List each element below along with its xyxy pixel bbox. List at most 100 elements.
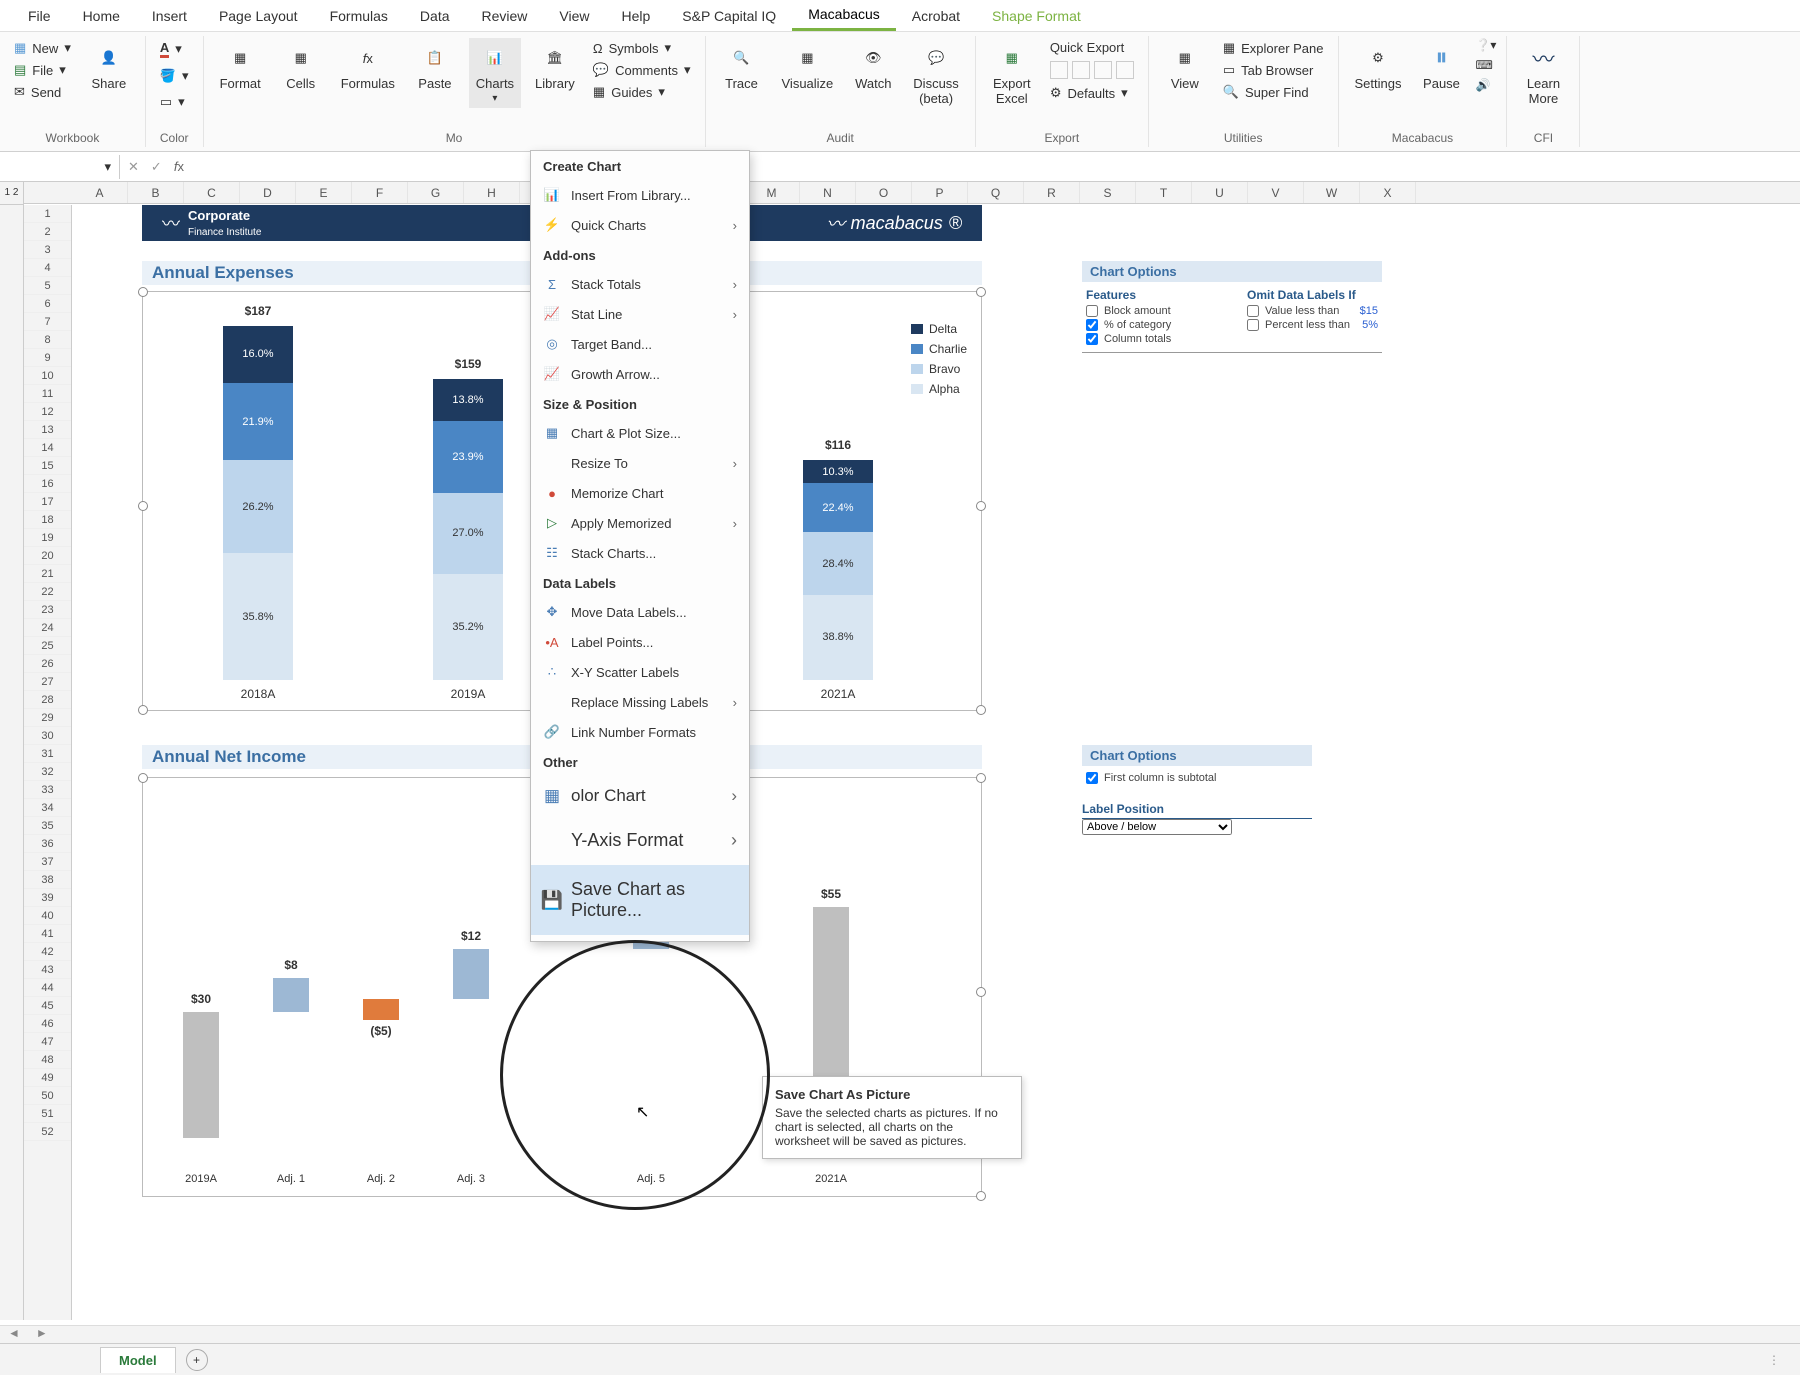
stacked-bar[interactable]: 38.8%28.4%22.4%10.3%$116 [803, 460, 873, 680]
comments-button[interactable]: 💬 Comments ▾ [589, 60, 695, 80]
menu-file[interactable]: File [12, 2, 67, 30]
settings-button[interactable]: ⚙Settings [1349, 38, 1408, 95]
share-button[interactable]: 👤Share [83, 38, 135, 95]
menu-help[interactable]: Help [606, 2, 667, 30]
send-button[interactable]: ✉Send [10, 82, 75, 102]
row-header[interactable]: 48 [24, 1051, 71, 1069]
col-header[interactable]: C [184, 182, 240, 203]
row-header[interactable]: 29 [24, 709, 71, 727]
row-header[interactable]: 10 [24, 367, 71, 385]
stacked-bar[interactable]: 35.8%26.2%21.9%16.0%$187 [223, 326, 293, 680]
col-header[interactable]: T [1136, 182, 1192, 203]
label-position-select[interactable]: Above / below [1082, 819, 1232, 835]
add-sheet-button[interactable]: + [186, 1349, 208, 1371]
resize-handle[interactable] [138, 287, 148, 297]
row-header[interactable]: 9 [24, 349, 71, 367]
sound-icon[interactable]: 🔊 [1475, 78, 1496, 92]
menu-color-chart[interactable]: ▦olor Chart› [531, 776, 749, 816]
menu-apply-memorized[interactable]: ▷Apply Memorized› [531, 508, 749, 538]
col-header[interactable]: R [1024, 182, 1080, 203]
row-header[interactable]: 50 [24, 1087, 71, 1105]
col-header[interactable]: X [1360, 182, 1416, 203]
file-button[interactable]: ▤File ▾ [10, 60, 75, 80]
keyboard-icon[interactable]: ⌨ [1475, 58, 1496, 72]
format-button[interactable]: ▦Format [214, 38, 267, 95]
menu-shapeformat[interactable]: Shape Format [976, 2, 1097, 30]
opt-pct-category[interactable]: % of category [1086, 318, 1217, 332]
stacked-bar[interactable]: 35.2%27.0%23.9%13.8%$159 [433, 379, 503, 680]
formulas-button[interactable]: fxFormulas [335, 38, 401, 95]
menu-stack-totals[interactable]: ΣStack Totals› [531, 269, 749, 299]
export-opt-icon3[interactable] [1094, 61, 1112, 79]
resize-handle[interactable] [138, 501, 148, 511]
row-header[interactable]: 22 [24, 583, 71, 601]
quick-export-button[interactable]: Quick Export [1046, 38, 1138, 57]
row-header[interactable]: 7 [24, 313, 71, 331]
row-header[interactable]: 51 [24, 1105, 71, 1123]
menu-quick-charts[interactable]: ⚡Quick Charts› [531, 210, 749, 240]
menu-label-points[interactable]: •ALabel Points... [531, 627, 749, 657]
menu-memorize-chart[interactable]: ●Memorize Chart [531, 478, 749, 508]
row-header[interactable]: 5 [24, 277, 71, 295]
row-header[interactable]: 8 [24, 331, 71, 349]
resize-handle[interactable] [976, 501, 986, 511]
col-header[interactable]: S [1080, 182, 1136, 203]
row-header[interactable]: 30 [24, 727, 71, 745]
col-header[interactable]: A [72, 182, 128, 203]
row-header[interactable]: 4 [24, 259, 71, 277]
font-color-button[interactable]: A ▾ [156, 38, 193, 60]
resize-handle[interactable] [138, 705, 148, 715]
fx-icon[interactable]: fx [174, 159, 184, 174]
horizontal-scrollbar[interactable]: ◄► [0, 1325, 1800, 1343]
row-header[interactable]: 3 [24, 241, 71, 259]
row-header[interactable]: 1 [24, 205, 71, 223]
row-header[interactable]: 33 [24, 781, 71, 799]
menu-link-number-formats[interactable]: 🔗Link Number Formats [531, 717, 749, 747]
row-header[interactable]: 26 [24, 655, 71, 673]
discuss-button[interactable]: 💬Discuss (beta) [907, 38, 965, 110]
super-find-button[interactable]: 🔍 Super Find [1219, 82, 1328, 102]
row-header[interactable]: 36 [24, 835, 71, 853]
explorer-pane-button[interactable]: ▦ Explorer Pane [1219, 38, 1328, 58]
opt-value-less[interactable]: Value less than$15 [1247, 304, 1378, 318]
waterfall-bar[interactable]: ($5) [363, 999, 399, 1020]
waterfall-bar[interactable]: $12 [453, 949, 489, 999]
charts-button[interactable]: 📊Charts▾ [469, 38, 521, 108]
menu-replace-missing-labels[interactable]: Replace Missing Labels› [531, 687, 749, 717]
menu-view[interactable]: View [543, 2, 605, 30]
row-header[interactable]: 11 [24, 385, 71, 403]
row-header[interactable]: 45 [24, 997, 71, 1015]
row-header[interactable]: 44 [24, 979, 71, 997]
resize-handle[interactable] [976, 987, 986, 997]
row-header[interactable]: 16 [24, 475, 71, 493]
row-header[interactable]: 2 [24, 223, 71, 241]
resize-handle[interactable] [976, 773, 986, 783]
row-header[interactable]: 46 [24, 1015, 71, 1033]
symbols-button[interactable]: Ω Symbols ▾ [589, 38, 695, 58]
row-header[interactable]: 38 [24, 871, 71, 889]
row-header[interactable]: 32 [24, 763, 71, 781]
row-header[interactable]: 6 [24, 295, 71, 313]
export-opt-icon[interactable] [1050, 61, 1068, 79]
watch-button[interactable]: 👁Watch [847, 38, 899, 95]
fill-color-button[interactable]: 🪣 ▾ [156, 66, 193, 86]
opt-column-totals[interactable]: Column totals [1086, 332, 1217, 346]
row-header[interactable]: 23 [24, 601, 71, 619]
row-header[interactable]: 21 [24, 565, 71, 583]
name-box[interactable]: ▾ [0, 155, 120, 179]
col-header[interactable]: G [408, 182, 464, 203]
col-header[interactable]: B [128, 182, 184, 203]
row-header[interactable]: 37 [24, 853, 71, 871]
view-button[interactable]: ▦View [1159, 38, 1211, 95]
opt-percent-less[interactable]: Percent less than5% [1247, 318, 1378, 332]
row-header[interactable]: 49 [24, 1069, 71, 1087]
resize-handle[interactable] [976, 705, 986, 715]
menu-data[interactable]: Data [404, 2, 466, 30]
row-header[interactable]: 41 [24, 925, 71, 943]
export-opt-icon2[interactable] [1072, 61, 1090, 79]
row-header[interactable]: 17 [24, 493, 71, 511]
menu-insert-from-library[interactable]: 📊Insert From Library... [531, 180, 749, 210]
export-opt-icon4[interactable] [1116, 61, 1134, 79]
waterfall-bar[interactable]: $8 [273, 978, 309, 1012]
menu-stack-charts[interactable]: ☷Stack Charts... [531, 538, 749, 568]
